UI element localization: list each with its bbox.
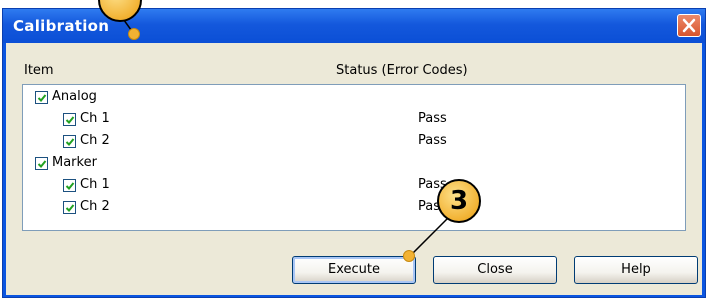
dialog-title: Calibration: [13, 17, 110, 35]
analog-ch2-checkbox[interactable]: [63, 135, 76, 148]
close-icon: [682, 18, 696, 33]
checkmark-icon: [65, 116, 75, 124]
calibration-dialog: Calibration Item Status (Error Codes) An…: [2, 8, 706, 298]
title-callout-dot: [128, 28, 140, 40]
step-number-callout: 3: [437, 179, 481, 223]
analog-checkbox[interactable]: [35, 91, 48, 104]
tree-item-label: Marker: [52, 155, 97, 170]
step3-callout-dot: [403, 250, 415, 262]
marker-checkbox[interactable]: [35, 157, 48, 170]
tree-item-label: Ch 2: [80, 133, 110, 148]
calibration-item-list[interactable]: Analog Ch 1 Pass Ch 2 Pass Marker Ch 1 P…: [22, 84, 686, 231]
checkmark-icon: [65, 204, 75, 212]
checkmark-icon: [37, 160, 47, 168]
checkmark-icon: [65, 138, 75, 146]
status-column-header: Status (Error Codes): [336, 63, 468, 78]
tree-item-label: Analog: [52, 89, 97, 104]
marker-ch1-checkbox[interactable]: [63, 179, 76, 192]
status-cell: Pass: [418, 111, 447, 126]
tree-item-label: Ch 1: [80, 111, 110, 126]
checkmark-icon: [65, 182, 75, 190]
execute-button[interactable]: Execute: [292, 256, 416, 284]
dialog-body: Item Status (Error Codes) Analog Ch 1 Pa…: [6, 43, 702, 295]
close-button[interactable]: Close: [433, 256, 557, 284]
item-column-header: Item: [24, 63, 54, 78]
tree-item-label: Ch 1: [80, 177, 110, 192]
status-cell: Pass: [418, 133, 447, 148]
analog-ch1-checkbox[interactable]: [63, 113, 76, 126]
help-button[interactable]: Help: [574, 256, 698, 284]
marker-ch2-checkbox[interactable]: [63, 201, 76, 214]
checkmark-icon: [37, 94, 47, 102]
close-window-button[interactable]: [677, 14, 701, 37]
tree-item-label: Ch 2: [80, 199, 110, 214]
